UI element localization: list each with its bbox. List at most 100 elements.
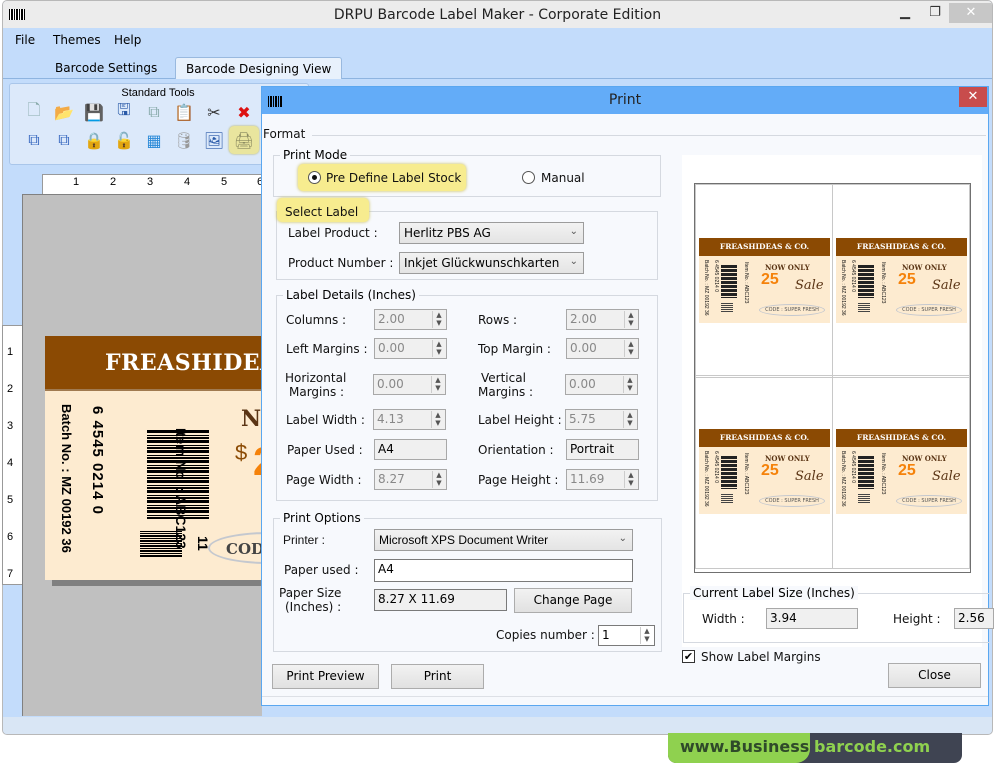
show-label-margins-checkbox[interactable]: ✔ [682,650,695,663]
vertical-margins-label: Vertical Margins : [478,371,534,399]
spinner-arrows-icon[interactable]: ▲ ▼ [623,411,636,428]
copy-icon[interactable]: ⧉ [142,100,166,124]
spinner-arrows-icon[interactable]: ▲ ▼ [431,376,444,393]
ruler-vertical: 1 2 3 4 5 6 7 [2,325,22,585]
copies-input[interactable]: 1 ▲ ▼ [598,625,655,646]
new-document-icon[interactable]: 🗋 [22,100,46,124]
grid-icon[interactable]: ▦ [142,128,166,152]
label-product-select[interactable]: Herlitz PBS AG ⌄ [399,222,584,244]
image-export-icon[interactable]: 🖼 [202,128,226,152]
current-height-field: 2.56 [954,608,994,629]
close-window-button[interactable]: ✕ [949,3,992,23]
page-width-input[interactable]: 8.27 ▲ ▼ [374,469,447,490]
top-margin-input[interactable]: 0.00 ▲ ▼ [566,338,639,359]
spinner-arrows-icon[interactable]: ▲ ▼ [640,627,653,644]
orientation-label: Orientation : [478,443,554,457]
label-batch-text[interactable]: Batch No. : MZ 00192 36 [59,404,74,553]
columns-input[interactable]: 2.00 ▲ ▼ [374,309,447,330]
tab-barcode-designing-view[interactable]: Barcode Designing View [175,57,343,79]
label-company-name[interactable]: FREASHIDEA [105,350,262,376]
label-width-value: 4.13 [377,412,404,426]
bring-to-front-icon[interactable]: ⧉ [22,128,46,152]
left-margins-label: Left Margins : [286,342,368,356]
print-button[interactable]: Print [391,664,484,689]
ruler-tick: 1 [73,176,80,188]
show-label-margins-label[interactable]: Show Label Margins [701,650,821,664]
label-currency: $ [235,440,248,465]
printer-label: Printer : [283,533,326,547]
spinner-arrows-icon[interactable]: ▲ ▼ [624,340,637,357]
radio-pre-define[interactable] [308,171,321,184]
change-page-button[interactable]: Change Page [514,588,632,613]
radio-pre-define-label[interactable]: Pre Define Label Stock [326,171,461,185]
copies-label: Copies number : [496,628,595,642]
mini-code: CODE : SUPER FRESH [896,304,962,316]
database-icon[interactable]: 🛢 [172,128,196,152]
columns-value: 2.00 [378,312,405,326]
unlock-icon[interactable]: 🔓 [112,128,136,152]
print-icon[interactable]: 🖨 [229,126,259,154]
lock-icon[interactable]: 🔒 [82,128,106,152]
label-code-badge[interactable]: CODE [208,532,262,564]
label-details-group: Label Details (Inches) Columns : 2.00 ▲ ▼ … [276,288,658,501]
cut-icon[interactable]: ✂ [202,100,226,124]
paste-icon[interactable]: 📋 [172,100,196,124]
send-to-back-icon[interactable]: ⧉ [52,128,76,152]
top-margin-value: 0.00 [570,341,597,355]
preview-label: FREASHIDEAS & CO. Batch No. : MZ 00192 3… [699,238,830,323]
mini-sale: Sale [932,278,961,293]
rows-input[interactable]: 2.00 ▲ ▼ [566,309,639,330]
vertical-margins-input[interactable]: 0.00 ▲ ▼ [565,374,638,395]
horizontal-margins-input[interactable]: 0.00 ▲ ▼ [373,374,446,395]
menu-themes[interactable]: Themes [53,33,101,47]
restore-button[interactable]: ❐ [921,3,949,23]
label-design[interactable]: FREASHIDEA Batch No. : MZ 00192 36 6 454… [45,336,262,580]
current-label-size-title: Current Label Size (Inches) [690,586,858,600]
ruler-tick: 6 [7,531,14,543]
spinner-arrows-icon[interactable]: ▲ ▼ [431,411,444,428]
radio-manual-label[interactable]: Manual [541,171,585,185]
label-height-input[interactable]: 5.75 ▲ ▼ [565,409,638,430]
ruler-tick: 5 [221,176,228,188]
spinner-arrows-icon[interactable]: ▲ ▼ [432,471,445,488]
mini-digits: 6 4545 0214 0 [713,260,719,292]
print-mode-group: Print Mode Pre Define Label Stock Manual [273,148,661,197]
left-margins-input[interactable]: 0.00 ▲ ▼ [374,338,447,359]
save-as-icon[interactable]: 🖫 [112,100,136,124]
paper-used-input[interactable]: A4 [374,559,633,582]
label-width-input[interactable]: 4.13 ▲ ▼ [373,409,446,430]
spinner-arrows-icon[interactable]: ▲ ▼ [432,311,445,328]
page-height-input[interactable]: 11.69 ▲ ▼ [566,469,639,490]
current-width-label: Width : [702,612,745,626]
product-number-select[interactable]: Inkjet Glückwunschkarten ⌄ [399,252,584,274]
minimize-button[interactable]: ▁ [891,3,919,23]
spinner-arrows-icon[interactable]: ▲ ▼ [623,376,636,393]
mini-barcode-addon [858,493,870,503]
open-folder-icon[interactable]: 📂 [52,100,76,124]
label-product-value: Herlitz PBS AG [404,226,491,240]
dialog-close-button[interactable]: ✕ [959,87,987,107]
menu-file[interactable]: File [15,33,35,47]
format-divider [312,135,986,136]
mini-price: 25 [898,271,916,288]
save-icon[interactable]: 💾 [82,100,106,124]
mini-barcode [721,455,737,489]
delete-icon[interactable]: ✖ [232,100,256,124]
printer-select[interactable]: Microsoft XPS Document Writer ⌄ [374,529,633,551]
close-button[interactable]: Close [888,663,981,688]
spinner-arrows-icon[interactable]: ▲ ▼ [432,340,445,357]
menu-help[interactable]: Help [114,33,141,47]
spinner-arrows-icon[interactable]: ▲ ▼ [624,311,637,328]
website-banner: www.Business barcode.com [668,733,962,763]
label-now-only[interactable]: N [241,406,261,432]
spinner-arrows-icon[interactable]: ▲ ▼ [624,471,637,488]
radio-manual[interactable] [522,171,535,184]
preview-label: FREASHIDEAS & CO. Batch No. : MZ 00192 3… [836,238,967,323]
tab-barcode-settings[interactable]: Barcode Settings [45,57,167,79]
format-label: Format [263,127,306,141]
label-item-text[interactable]: Item No. : ABC123 [173,428,189,549]
label-details-title: Label Details (Inches) [283,288,419,302]
mini-batch: Batch No. : MZ 00192 36 [840,451,846,507]
print-preview-button[interactable]: Print Preview [272,664,379,689]
mini-company: FREASHIDEAS & CO. [699,238,830,256]
